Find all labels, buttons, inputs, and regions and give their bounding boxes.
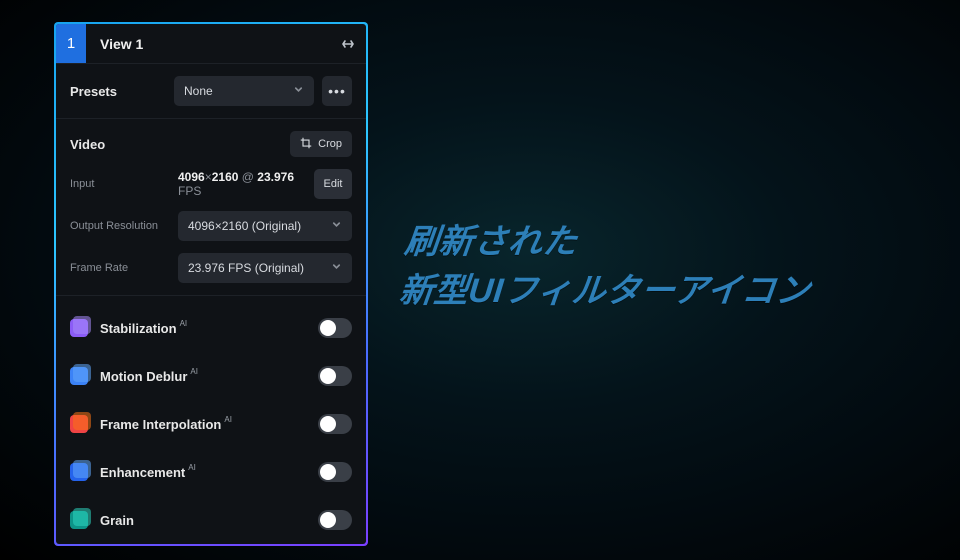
filter-toggle[interactable] bbox=[318, 366, 352, 386]
filter-toggle[interactable] bbox=[318, 462, 352, 482]
settings-panel-frame: 1 View 1 Presets None ••• bbox=[54, 22, 368, 546]
filter-toggle[interactable] bbox=[318, 510, 352, 530]
ai-badge: AI bbox=[188, 463, 196, 472]
frame-rate-select[interactable]: 23.976 FPS (Original) bbox=[178, 253, 352, 283]
crop-button[interactable]: Crop bbox=[290, 131, 352, 157]
filter-row[interactable]: Grain bbox=[70, 496, 352, 544]
presets-value: None bbox=[184, 84, 213, 98]
presets-label: Presets bbox=[70, 84, 166, 99]
input-edit-button[interactable]: Edit bbox=[314, 169, 352, 199]
input-label: Input bbox=[70, 178, 170, 190]
filter-row[interactable]: StabilizationAI bbox=[70, 304, 352, 352]
chevron-down-icon bbox=[331, 261, 342, 275]
video-label: Video bbox=[70, 137, 105, 152]
filter-name: StabilizationAI bbox=[100, 321, 187, 336]
filter-name: EnhancementAI bbox=[100, 465, 196, 480]
swap-icon[interactable] bbox=[330, 24, 366, 63]
presets-section: Presets None ••• bbox=[56, 63, 366, 118]
video-section: Video Crop Input 4096×2160 @ 23.976 FPS … bbox=[56, 118, 366, 295]
ai-badge: AI bbox=[224, 415, 232, 424]
view-title: View 1 bbox=[86, 24, 330, 63]
crop-icon bbox=[300, 137, 312, 152]
crop-label: Crop bbox=[318, 138, 342, 150]
output-resolution-select[interactable]: 4096×2160 (Original) bbox=[178, 211, 352, 241]
filter-name: Motion DeblurAI bbox=[100, 369, 198, 384]
filter-icon bbox=[70, 319, 88, 337]
filter-row[interactable]: EnhancementAI bbox=[70, 448, 352, 496]
presets-select[interactable]: None bbox=[174, 76, 314, 106]
filter-row[interactable]: Frame InterpolationAI bbox=[70, 400, 352, 448]
panel-header: 1 View 1 bbox=[56, 24, 366, 63]
marketing-headline: 刷新された 新型UIフィルターアイコン bbox=[397, 218, 818, 317]
filter-icon bbox=[70, 415, 88, 433]
input-value: 4096×2160 @ 23.976 FPS bbox=[178, 170, 306, 198]
filter-icon bbox=[70, 463, 88, 481]
presets-more-button[interactable]: ••• bbox=[322, 76, 352, 106]
ai-badge: AI bbox=[180, 319, 188, 328]
filter-name: Frame InterpolationAI bbox=[100, 417, 232, 432]
filter-row[interactable]: Motion DeblurAI bbox=[70, 352, 352, 400]
filter-name: Grain bbox=[100, 513, 134, 528]
headline-line-1: 刷新された bbox=[402, 218, 818, 267]
ai-badge: AI bbox=[190, 367, 198, 376]
view-number-badge[interactable]: 1 bbox=[56, 24, 86, 63]
chevron-down-icon bbox=[331, 219, 342, 233]
filter-icon bbox=[70, 511, 88, 529]
filter-toggle[interactable] bbox=[318, 318, 352, 338]
headline-line-2: 新型UIフィルターアイコン bbox=[397, 267, 813, 316]
more-icon: ••• bbox=[328, 83, 346, 99]
frame-rate-label: Frame Rate bbox=[70, 262, 170, 274]
filters-list: StabilizationAI Motion DeblurAI Frame Inte… bbox=[56, 295, 366, 544]
settings-panel: 1 View 1 Presets None ••• bbox=[56, 24, 366, 544]
output-resolution-value: 4096×2160 (Original) bbox=[188, 219, 301, 233]
filter-toggle[interactable] bbox=[318, 414, 352, 434]
frame-rate-value: 23.976 FPS (Original) bbox=[188, 261, 304, 275]
output-resolution-label: Output Resolution bbox=[70, 220, 170, 232]
chevron-down-icon bbox=[293, 84, 304, 98]
filter-icon bbox=[70, 367, 88, 385]
